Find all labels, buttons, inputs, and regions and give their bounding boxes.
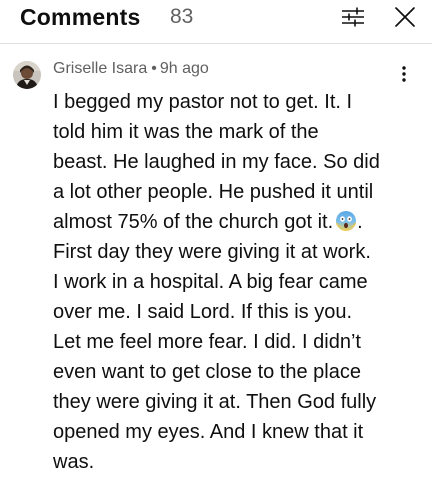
comment-author[interactable]: Griselle Isara — [53, 60, 147, 77]
filter-sliders-icon — [342, 7, 364, 27]
comment-meta: Griselle Isara • 9h ago — [53, 59, 209, 79]
comment-time: 9h ago — [159, 60, 209, 77]
comment-text: I begged my pastor not to get. It. I tol… — [53, 87, 403, 477]
comment-more-button[interactable] — [394, 62, 414, 86]
comments-title: Comments — [20, 4, 141, 30]
meta-separator: • — [151, 60, 157, 77]
avatar[interactable] — [13, 61, 41, 89]
face-screaming-in-fear-emoji — [335, 210, 357, 232]
close-button[interactable] — [392, 4, 418, 30]
comments-header: Comments 83 — [0, 0, 432, 40]
filter-button[interactable] — [339, 4, 367, 30]
close-icon — [395, 7, 415, 27]
comment-text-part1: I begged my pastor not to get. It. I tol… — [53, 91, 380, 233]
comment-item: Griselle Isara • 9h ago I begged my pastor… — [0, 44, 432, 500]
more-vertical-icon — [402, 66, 406, 82]
comments-count: 83 — [170, 5, 194, 28]
avatar-image — [13, 61, 41, 89]
comment-text-part2: . First day they were giving it at work.… — [53, 211, 377, 473]
